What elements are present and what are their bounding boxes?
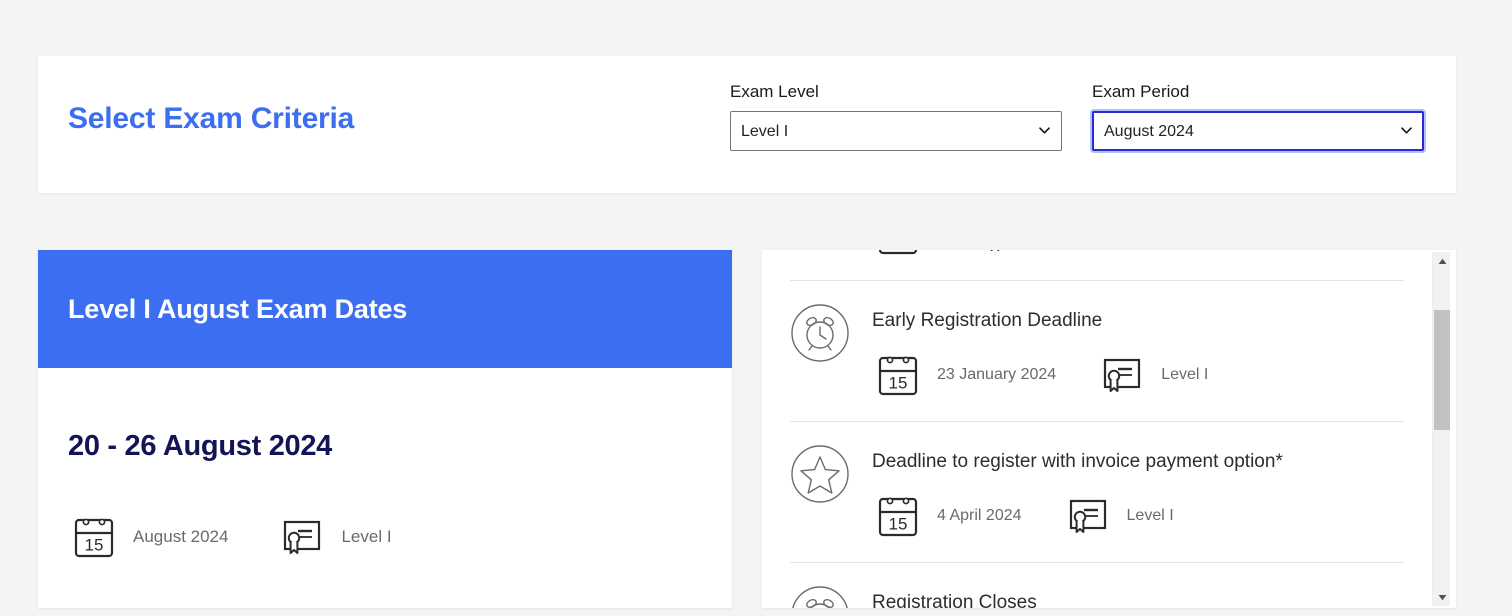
exam-period-label: Exam Period — [1092, 82, 1190, 101]
exam-level-label: Exam Level — [730, 82, 819, 101]
list-item-level — [977, 250, 1042, 260]
list-item-meta: 15 23 January 2024 Level I — [872, 349, 1404, 401]
list-item-date: 15 4 April 2024 — [872, 490, 1022, 542]
exam-period-select-wrap: August 2024 — [1092, 111, 1424, 151]
list-item-level-value: Level I — [1161, 366, 1209, 383]
list-item-content: Deadline to register with invoice paymen… — [872, 444, 1404, 542]
exam-period-value: August 2024 — [133, 527, 229, 546]
list-item-level-value: Level I — [1126, 507, 1174, 524]
calendar-icon: 15 — [872, 250, 924, 260]
list-item[interactable]: Registration Closes 15 — [790, 563, 1404, 608]
list-item-content: Early Registration Deadline 15 23 Januar… — [872, 303, 1404, 401]
exam-level-field-group: Exam Level Level I — [730, 82, 1062, 151]
alarm-clock-icon — [790, 303, 850, 363]
list-item-title: Registration Closes — [872, 592, 1037, 608]
page-root: Select Exam Criteria Exam Level Level I … — [0, 0, 1512, 616]
exam-level-value: Level I — [341, 527, 392, 546]
list-item-title: Early Registration Deadline — [872, 310, 1103, 331]
exam-period-field-group: Exam Period August 2024 — [1092, 82, 1424, 151]
certificate-icon — [977, 250, 1029, 260]
certificate-icon — [1062, 490, 1114, 542]
list-item[interactable]: Early Registration Deadline 15 23 Januar… — [790, 281, 1404, 422]
exam-level-select[interactable]: Level I — [730, 111, 1062, 151]
list-item-date: 15 — [872, 250, 937, 260]
exam-criteria-card: Select Exam Criteria Exam Level Level I … — [38, 56, 1456, 193]
list-item-meta: 15 — [872, 250, 1404, 260]
list-item-date-value: 4 April 2024 — [937, 507, 1022, 524]
list-item-level: Level I — [1062, 490, 1174, 542]
calendar-icon: 15 — [872, 349, 924, 401]
star-icon — [790, 444, 850, 504]
list-item[interactable]: Deadline to register with invoice paymen… — [790, 422, 1404, 563]
svg-text:15: 15 — [85, 536, 104, 555]
certificate-icon — [1096, 349, 1148, 401]
alarm-clock-icon — [790, 585, 850, 608]
timeline-list: 15 — [762, 250, 1432, 608]
exam-date-range: 20 - 26 August 2024 — [68, 430, 333, 462]
svg-text:15: 15 — [889, 515, 908, 534]
exam-dates-card-title: Level I August Exam Dates — [68, 293, 408, 324]
exam-dates-card: Level I August Exam Dates 20 - 26 August… — [38, 250, 732, 608]
svg-text:15: 15 — [889, 374, 908, 393]
exam-timeline-panel: 15 — [762, 250, 1456, 608]
timeline-scroll-viewport[interactable]: 15 — [762, 250, 1432, 608]
list-item-title: Deadline to register with invoice paymen… — [872, 451, 1283, 472]
list-item-level: Level I — [1096, 349, 1208, 401]
list-item-content: Registration Closes 15 — [872, 585, 1404, 608]
list-item-content: 15 — [872, 250, 1404, 260]
list-item-date-value: 23 January 2024 — [937, 366, 1057, 383]
list-item[interactable]: 15 — [790, 250, 1404, 281]
calendar-icon: 15 — [872, 490, 924, 542]
exam-period-meta: 15 August 2024 — [68, 511, 228, 563]
list-item-meta: 15 4 April 2024 Level I — [872, 490, 1404, 542]
exam-dates-card-body: 20 - 26 August 2024 15 August 2024 Level… — [38, 368, 732, 563]
page-title: Select Exam Criteria — [68, 102, 355, 135]
exam-card-meta: 15 August 2024 Level I — [68, 511, 702, 563]
exam-level-meta: Level I — [276, 511, 392, 563]
certificate-icon — [276, 511, 328, 563]
calendar-icon: 15 — [68, 511, 120, 563]
list-item-date: 15 23 January 2024 — [872, 349, 1056, 401]
svg-text:15: 15 — [889, 250, 908, 252]
exam-period-select[interactable]: August 2024 — [1092, 111, 1424, 151]
triangle-up-icon[interactable] — [1433, 252, 1451, 270]
exam-dates-card-header: Level I August Exam Dates — [38, 250, 732, 368]
scrollbar-thumb[interactable] — [1434, 310, 1450, 430]
triangle-down-icon[interactable] — [1433, 588, 1451, 606]
timeline-scrollbar[interactable] — [1432, 252, 1450, 606]
exam-level-select-wrap: Level I — [730, 111, 1062, 151]
